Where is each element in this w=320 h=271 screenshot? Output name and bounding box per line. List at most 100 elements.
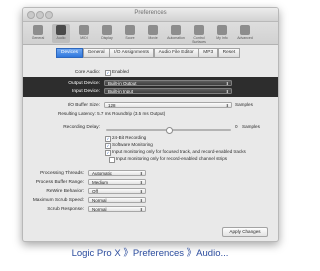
tab-mp3[interactable]: MP3	[198, 48, 219, 58]
popup-arrows-icon: ⬍	[139, 198, 143, 203]
recording-delay-row: Recording Delay:	[33, 124, 100, 131]
buffer-size-value: 128	[108, 103, 116, 108]
toolbar-item-label: Advanced	[237, 36, 253, 40]
popup-arrows-icon: ⬍	[225, 81, 229, 86]
tab-devices[interactable]: Devices	[56, 48, 84, 58]
toolbar-item-label: MIDI	[80, 36, 88, 40]
max-scrub-label: Maximum Scrub Speed:	[32, 198, 84, 203]
preferences-toolbar: General Audio MIDI Display Score Movie Automat…	[23, 22, 278, 45]
popup-arrows-icon: ⬍	[139, 171, 143, 176]
toolbar-item-general[interactable]: General	[29, 24, 47, 43]
popup-arrows-icon: ⬍	[139, 207, 143, 212]
toolbar-item-midi[interactable]: MIDI	[75, 24, 93, 43]
tab-i-o-assignments[interactable]: I/O Assignments	[109, 48, 155, 58]
popup-arrows-icon: ⬍	[139, 189, 143, 194]
midi-icon	[79, 25, 89, 35]
toolbar-item-label: Audio	[56, 36, 66, 40]
window-title: Preferences	[134, 10, 167, 16]
monitoring-checkbox-label: Input monitoring only for focused track,…	[112, 149, 246, 154]
input-device-row: Input Device:	[33, 88, 100, 95]
title-bar: Preferences	[23, 8, 278, 22]
my-info-icon	[217, 25, 227, 35]
toolbar-item-advanced[interactable]: Advanced	[236, 24, 254, 43]
buffer-size-label: I/O Buffer Size:	[67, 103, 100, 108]
max-scrub-popup[interactable]: Normal ⬍	[88, 197, 146, 203]
monitoring-checkbox-label: Input monitoring only for record-enabled…	[116, 156, 228, 161]
popup-arrows-icon: ⬍	[225, 89, 229, 94]
apply-changes-button[interactable]: Apply Changes	[222, 227, 268, 237]
scrub-response-popup[interactable]: Normal ⬍	[88, 206, 146, 212]
rewire-label: ReWire Behavior:	[46, 189, 84, 194]
input-device-label: Input Device:	[72, 89, 100, 94]
rewire-value: Off	[92, 189, 98, 194]
toolbar-item-label: Automation	[167, 36, 185, 40]
toolbar-item-control-surfaces[interactable]: Control Surfaces	[190, 24, 208, 44]
process-buffer-popup[interactable]: Medium ⬍	[88, 179, 146, 185]
audio-tabs: Devices General I/O Assignments Audio File …	[56, 48, 241, 58]
monitoring-checkbox-label: 24-Bit Recording	[112, 135, 147, 140]
automation-icon	[171, 25, 181, 35]
buffer-size-popup[interactable]: 128 ⬍	[104, 102, 232, 108]
monitoring-checkbox-label: Software Monitoring	[112, 142, 153, 147]
audio-icon	[56, 25, 66, 35]
core-audio-row: Core Audio:	[33, 69, 100, 76]
control-surfaces-icon	[194, 25, 204, 35]
toolbar-item-label: Score	[125, 36, 135, 40]
recording-delay-value: 0	[235, 124, 238, 129]
core-audio-enabled-checkbox[interactable]: ✓	[105, 70, 111, 76]
max-scrub-value: Normal	[92, 198, 107, 203]
process-buffer-label: Process Buffer Range:	[35, 180, 84, 185]
toolbar-item-label: Movie	[148, 36, 158, 40]
processing-threads-row: Processing Threads:	[28, 170, 84, 177]
processing-threads-value: Automatic	[92, 171, 113, 176]
recording-delay-knob[interactable]	[165, 127, 173, 134]
processing-threads-popup[interactable]: Automatic ⬍	[88, 170, 146, 176]
input-device-popup[interactable]: Built-in Input ⬍	[104, 88, 232, 94]
rewire-popup[interactable]: Off ⬍	[88, 188, 146, 194]
tab-audio-file-editor[interactable]: Audio File Editor	[153, 48, 199, 58]
advanced-icon	[240, 25, 250, 35]
rewire-row: ReWire Behavior:	[28, 188, 84, 195]
monitoring-checkbox[interactable]: ✓	[105, 143, 111, 149]
process-buffer-row: Process Buffer Range:	[28, 179, 84, 186]
resulting-latency: Resulting Latency: 5.7 ms Roundtrip (3.5…	[58, 111, 166, 116]
input-device-value: Built-in Input	[108, 89, 134, 94]
toolbar-item-display[interactable]: Display	[98, 24, 116, 43]
tab-general[interactable]: General	[82, 48, 110, 58]
monitoring-checkbox[interactable]	[109, 157, 115, 163]
scrub-response-label: Scrub Response:	[47, 207, 84, 212]
monitoring-checkbox[interactable]: ✓	[105, 136, 111, 142]
core-audio-label: Core Audio:	[74, 70, 100, 75]
scrub-response-row: Scrub Response:	[28, 206, 84, 213]
toolbar-item-automation[interactable]: Automation	[167, 24, 185, 43]
monitoring-checkbox[interactable]: ✓	[105, 150, 111, 156]
output-device-row: Output Device:	[33, 80, 100, 87]
caption: Logic Pro X 》Preferences 》Audio...	[71, 248, 229, 259]
recording-delay-unit: Samples	[242, 124, 260, 129]
device-highlight: Output Device: Built-in Output ⬍ Input D…	[23, 77, 278, 97]
popup-arrows-icon: ⬍	[139, 180, 143, 185]
buffer-size-row: I/O Buffer Size:	[33, 102, 100, 109]
toolbar-item-label: General	[31, 36, 45, 40]
buffer-size-unit: Samples	[235, 102, 253, 107]
preferences-window: Preferences General Audio MIDI Display Score…	[22, 7, 279, 242]
scrub-response-value: Normal	[92, 207, 107, 212]
toolbar-item-movie[interactable]: Movie	[144, 24, 162, 43]
processing-threads-label: Processing Threads:	[40, 171, 84, 176]
toolbar-item-my-info[interactable]: My Info	[213, 24, 231, 43]
toolbar-item-audio[interactable]: Audio	[52, 24, 70, 43]
max-scrub-row: Maximum Scrub Speed:	[28, 197, 84, 204]
general-icon	[33, 25, 43, 35]
core-audio-enabled-label: Enabled	[112, 69, 129, 74]
process-buffer-value: Medium	[92, 180, 109, 185]
output-device-popup[interactable]: Built-in Output ⬍	[104, 80, 232, 86]
toolbar-item-label: Control Surfaces	[192, 36, 206, 44]
toolbar-item-score[interactable]: Score	[121, 24, 139, 43]
toolbar-item-label: My Info	[216, 36, 228, 40]
movie-icon	[148, 25, 158, 35]
output-device-value: Built-in Output	[108, 81, 137, 86]
recording-delay-label: Recording Delay:	[63, 125, 100, 130]
tab-reset[interactable]: Reset	[217, 48, 241, 58]
output-device-label: Output Device:	[68, 81, 100, 86]
popup-arrows-icon: ⬍	[225, 103, 229, 108]
